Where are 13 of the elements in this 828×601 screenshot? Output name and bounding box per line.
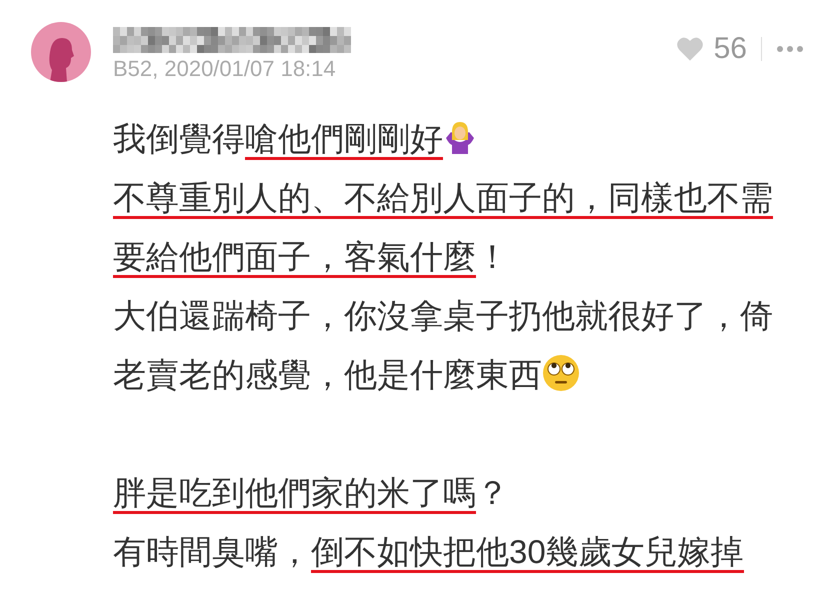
comment-line: 胖是吃到他們家的米了嗎？: [113, 463, 828, 522]
comment-line: 老賣老的感覺，他是什麼東西: [113, 345, 828, 404]
like-count: 56: [714, 31, 747, 67]
comment-line: 不尊重別人的、不給別人面子的，同樣也不需: [113, 168, 828, 227]
comment-line: 有時間臭嘴，倒不如快把他30幾歲女兒嫁掉: [113, 522, 828, 581]
heart-icon[interactable]: [676, 36, 704, 62]
comment-meta: B52, 2020/01/07 18:14: [113, 55, 337, 83]
shrugging-person-icon: [443, 120, 477, 154]
comment-line: 大伯還踹椅子，你沒拿桌子扔他就很好了，倚: [113, 296, 774, 336]
more-options-icon[interactable]: [776, 44, 804, 52]
eye-roll-emoji-icon: [542, 354, 580, 392]
comment-line: 要給他們面子，客氣什麼！: [113, 227, 828, 286]
comment-line: 我倒覺得嗆他們剛剛好: [113, 109, 828, 168]
